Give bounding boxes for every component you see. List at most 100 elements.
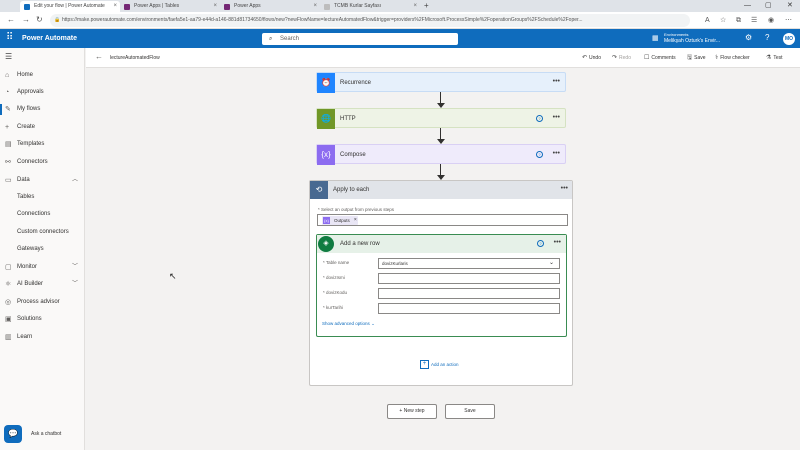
browser-tab-power-apps[interactable]: Power Apps × (220, 1, 320, 12)
app-launcher-icon[interactable]: ⠿ (6, 32, 13, 44)
settings-gear-icon[interactable]: ⚙ (745, 33, 752, 43)
more-options-icon[interactable]: ••• (554, 235, 561, 251)
maximize-icon[interactable]: ▢ (765, 0, 772, 11)
save-button[interactable]: 🖫 Save (687, 48, 706, 68)
ai-builder-icon: ⚛ (5, 281, 12, 288)
chevron-down-icon: ﹀ (71, 264, 78, 270)
collections-icon[interactable]: ⧉ (736, 16, 741, 25)
kur-tarihi-label: * kurTarihi (323, 305, 344, 310)
sidebar-item-connectors[interactable]: ⚯ Connectors (0, 155, 85, 170)
undo-button[interactable]: ↶ Undo (582, 48, 601, 68)
show-advanced-options-link[interactable]: Show advanced options ⌄ (322, 321, 375, 327)
more-options-icon[interactable]: ••• (553, 109, 560, 127)
sidebar-item-connections[interactable]: Connections (0, 207, 85, 222)
close-tab-icon[interactable]: × (213, 1, 217, 12)
forward-arrow-icon[interactable]: → (22, 15, 30, 25)
redo-icon: ↷ (612, 55, 618, 61)
sidebar-item-tables[interactable]: Tables (0, 190, 85, 205)
more-options-icon[interactable]: ••• (553, 73, 560, 91)
sidebar-item-approvals[interactable]: ◔ Approvals (0, 85, 85, 100)
table-name-dropdown[interactable]: dovizKurlaris ⌄ (378, 258, 560, 269)
step-http[interactable]: 🌐 HTTP ? ••• (316, 108, 566, 129)
new-step-button[interactable]: + New step (387, 404, 437, 419)
sidebar-item-label: Custom connectors (17, 229, 69, 235)
doviz-ismi-input[interactable] (378, 273, 560, 284)
back-arrow-icon[interactable]: ← (95, 52, 103, 61)
search-input[interactable]: ⌕ Search (262, 33, 458, 45)
more-options-icon[interactable]: ••• (561, 181, 568, 197)
undo-label: Undo (589, 55, 601, 61)
sidebar-item-label: Connections (17, 211, 51, 217)
save-flow-button[interactable]: Save (445, 404, 495, 419)
outputs-token[interactable]: {x} Outputs × (322, 216, 358, 225)
add-new-row-header[interactable]: ◈ Add a new row ? ••• (317, 235, 566, 253)
url-input[interactable]: 🔒 https://make.powerautomate.com/environ… (50, 14, 690, 27)
search-icon: ⌕ (269, 36, 273, 42)
help-icon[interactable]: ? (536, 151, 543, 158)
back-arrow-icon[interactable]: ← (7, 15, 15, 25)
apply-to-each-container: ⟲ Apply to each ••• * Select an output f… (309, 180, 573, 386)
close-tab-icon[interactable]: × (413, 1, 417, 12)
more-options-icon[interactable]: ••• (553, 145, 560, 163)
favorite-star-icon[interactable]: ☆ (720, 16, 726, 25)
sidebar-item-solutions[interactable]: ▣ Solutions (0, 312, 85, 327)
sidebar-item-label: Solutions (17, 316, 42, 322)
doviz-kodu-input[interactable] (378, 288, 560, 299)
more-menu-icon[interactable]: ⋯ (785, 16, 792, 25)
apply-to-each-header[interactable]: ⟲ Apply to each ••• (310, 181, 572, 199)
mouse-cursor-icon: ↖ (169, 271, 177, 281)
sidebar-item-custom-connectors[interactable]: Custom connectors (0, 225, 85, 240)
sidebar-item-create[interactable]: + Create (0, 120, 85, 135)
test-button[interactable]: ⚗ Test (766, 48, 783, 68)
step-title: Compose (340, 152, 366, 158)
sidebar-item-ai-builder[interactable]: ⚛ AI Builder ﹀ (0, 277, 85, 292)
remove-token-icon[interactable]: × (354, 216, 357, 225)
sidebar-item-gateways[interactable]: Gateways (0, 242, 85, 257)
redo-button[interactable]: ↷ Redo (612, 48, 631, 68)
step-recurrence[interactable]: ⏰ Recurrence ••• (316, 72, 566, 93)
select-output-field[interactable]: {x} Outputs × (317, 214, 568, 226)
chatbot-label[interactable]: Ask a chatbot (31, 431, 61, 437)
sidebar-item-label: Connectors (17, 159, 48, 165)
comments-button[interactable]: ☐ Comments (644, 48, 676, 68)
help-icon[interactable]: ? (536, 115, 543, 122)
help-icon[interactable]: ? (765, 33, 769, 43)
sidebar-item-monitor[interactable]: ▢ Monitor ﹀ (0, 260, 85, 275)
tab-title: Power Apps (234, 3, 261, 9)
browser-tab-tcmb[interactable]: TCMB Kurlar Sayfası × (320, 1, 420, 12)
profile-icon[interactable]: ◉ (768, 16, 774, 25)
sidebar-item-home[interactable]: ⌂ Home (0, 68, 85, 83)
sidebar-item-my-flows[interactable]: ✎ My flows (0, 102, 85, 117)
add-action-label: Add an action (431, 362, 459, 367)
hamburger-menu-icon[interactable]: ☰ (5, 52, 12, 61)
flow-checker-button[interactable]: ⚕ Flow checker (715, 48, 750, 68)
environment-picker[interactable]: Environments Melikşah Ozturk's Envir... (664, 32, 720, 44)
page-favicon-icon (324, 4, 330, 10)
sidebar-item-data[interactable]: ▭ Data ︿ (0, 173, 85, 188)
test-label: Test (773, 55, 783, 61)
sidebar-item-process-advisor[interactable]: ◎ Process advisor (0, 295, 85, 310)
avatar[interactable]: MO (783, 33, 795, 45)
connectors-icon: ⚯ (5, 159, 11, 166)
flow-name[interactable]: lectureAutomatedFlow (110, 48, 160, 68)
help-icon[interactable]: ? (537, 240, 544, 247)
favorites-icon[interactable]: ☰ (751, 16, 757, 25)
sidebar-item-learn[interactable]: ▥ Learn (0, 330, 85, 345)
connector-line (440, 128, 441, 139)
sidebar-item-templates[interactable]: ▤ Templates (0, 137, 85, 152)
tab-title: TCMB Kurlar Sayfası (334, 3, 381, 9)
new-tab-plus-icon[interactable]: + (424, 1, 429, 11)
kur-tarihi-input[interactable] (378, 303, 560, 314)
chatbot-button[interactable]: 💬 (4, 425, 22, 443)
close-tab-icon[interactable]: × (313, 1, 317, 12)
browser-tab-power-automate[interactable]: Edit your flow | Power Automate × (20, 1, 120, 12)
close-tab-icon[interactable]: × (113, 1, 117, 12)
app-title[interactable]: Power Automate (22, 29, 77, 48)
close-window-icon[interactable]: ✕ (787, 0, 793, 11)
browser-tab-power-apps-tables[interactable]: Power Apps | Tables × (120, 1, 220, 12)
read-aloud-icon[interactable]: A (705, 16, 710, 25)
sidebar-item-label: Approvals (17, 89, 44, 95)
minimize-icon[interactable]: — (744, 0, 751, 11)
reload-icon[interactable]: ↻ (36, 15, 43, 25)
step-compose[interactable]: {x} Compose ? ••• (316, 144, 566, 165)
